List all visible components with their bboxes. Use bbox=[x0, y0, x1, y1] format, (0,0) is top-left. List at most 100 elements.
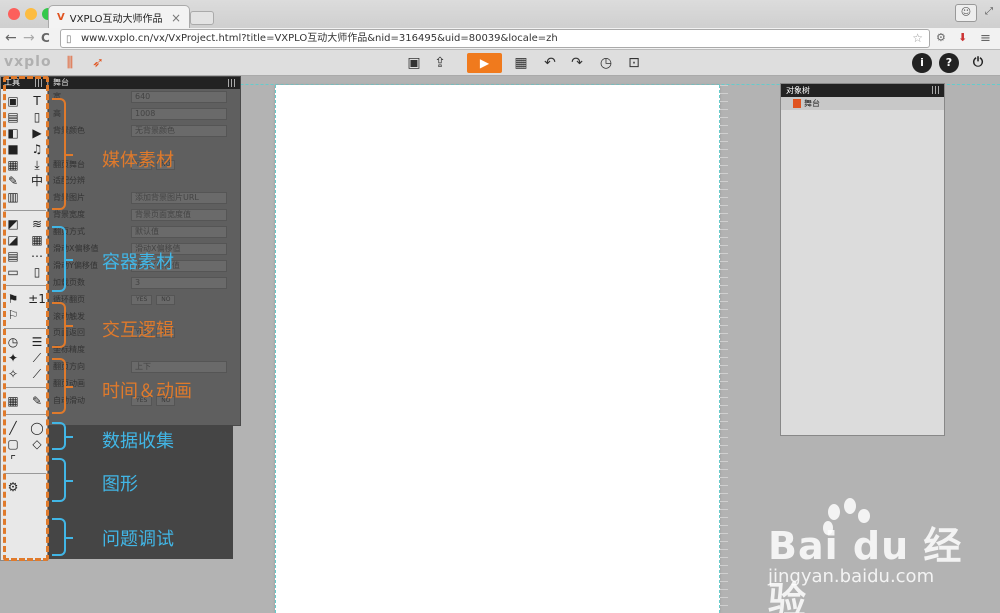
stage-property-field[interactable]: 1008 bbox=[131, 107, 227, 120]
frame-tool-icon[interactable]: ◪ bbox=[4, 232, 22, 248]
yes-option-button[interactable]: YES bbox=[131, 328, 153, 339]
timer-tool-icon[interactable]: ◷ bbox=[4, 334, 22, 350]
stage-canvas[interactable] bbox=[275, 85, 720, 613]
stage-property-field[interactable]: 无背景颜色 bbox=[131, 124, 227, 137]
new-tab-button[interactable] bbox=[190, 11, 214, 25]
yes-option-button[interactable]: YES bbox=[131, 294, 153, 305]
yes-option-button[interactable]: YES bbox=[131, 396, 153, 407]
play-preview-button[interactable]: ▶ bbox=[467, 53, 502, 73]
download-extension-icon[interactable]: ⬇ bbox=[958, 31, 967, 44]
stage-property-field[interactable]: 滑动X偏移值 bbox=[131, 243, 227, 256]
stage-panel-title: 舞台 bbox=[53, 78, 69, 87]
mobile-tool-icon[interactable]: ▯ bbox=[28, 264, 46, 280]
edit-form-tool-icon[interactable]: ✎ bbox=[28, 393, 46, 409]
info-icon[interactable]: i bbox=[912, 53, 932, 73]
chinese-text-tool-icon[interactable]: 中 bbox=[28, 173, 46, 189]
music-tool-icon[interactable]: ♫ bbox=[28, 141, 46, 157]
rocket-icon[interactable]: ➶ bbox=[88, 53, 108, 73]
no-option-button[interactable]: NO bbox=[156, 328, 176, 339]
power-icon[interactable]: ⏻ bbox=[968, 53, 988, 73]
document-tool-icon[interactable]: ▯ bbox=[28, 109, 46, 125]
back-arrow-icon[interactable]: ← bbox=[5, 30, 17, 46]
scroll-container-tool-icon[interactable]: ▤ bbox=[4, 248, 22, 264]
page-tool-icon[interactable]: ◩ bbox=[4, 216, 22, 232]
sequence-image-tool-icon[interactable]: ▤ bbox=[4, 109, 22, 125]
stage-property-field[interactable]: 640 bbox=[131, 91, 227, 103]
divider-tool-icon[interactable]: ⋯ bbox=[28, 248, 46, 264]
corner-tool-icon[interactable]: ⌜ bbox=[4, 452, 22, 468]
image-gallery-tool-icon[interactable]: ◧ bbox=[4, 125, 22, 141]
minimize-window-icon[interactable] bbox=[25, 8, 37, 20]
stage-property-field[interactable]: 添加背景图片URL bbox=[131, 192, 227, 205]
redo-icon[interactable]: ↷ bbox=[567, 53, 587, 73]
bookmark-star-icon[interactable]: ☆ bbox=[912, 30, 923, 47]
object-tree-item[interactable]: 舞台 bbox=[781, 97, 944, 110]
ellipse-tool-icon[interactable]: ◯ bbox=[28, 420, 46, 436]
qr-code-icon[interactable]: ▦ bbox=[511, 53, 531, 73]
qr-tool-icon[interactable]: ▦ bbox=[4, 157, 22, 173]
counter-tool-icon[interactable]: ±1 bbox=[28, 291, 46, 307]
no-option-button[interactable]: NO bbox=[156, 159, 176, 170]
no-option-button[interactable]: NO bbox=[156, 294, 176, 305]
undo-icon[interactable]: ↶ bbox=[540, 53, 560, 73]
stage-property-field[interactable]: 默认值 bbox=[131, 226, 227, 239]
brush-tool-icon[interactable]: ✎ bbox=[4, 173, 22, 189]
stage-property-label: 循环翻页 bbox=[53, 294, 85, 304]
text-tool-icon[interactable]: T bbox=[28, 93, 46, 109]
download-tool-icon[interactable]: ⤓ bbox=[28, 157, 46, 173]
history-icon[interactable]: ◷ bbox=[596, 53, 616, 73]
stage-property-field[interactable]: 滑动Y偏移值 bbox=[131, 259, 227, 272]
ruler-marks bbox=[720, 85, 728, 613]
pin-tool-icon[interactable]: ⟋ bbox=[28, 366, 46, 382]
grid-container-tool-icon[interactable]: ▦ bbox=[28, 232, 46, 248]
empty-slot bbox=[28, 307, 46, 323]
screenshot-icon[interactable]: ⊡ bbox=[624, 53, 644, 73]
form-table-tool-icon[interactable]: ▦ bbox=[4, 393, 22, 409]
table-tool-icon[interactable]: ▥ bbox=[4, 189, 22, 205]
close-window-icon[interactable] bbox=[8, 8, 20, 20]
rectangle-tool-icon[interactable]: ▢ bbox=[4, 436, 22, 452]
camera-tool-icon[interactable]: ■ bbox=[4, 141, 22, 157]
layers-tool-icon[interactable]: ≋ bbox=[28, 216, 46, 232]
tween-tool-icon[interactable]: ✧ bbox=[4, 366, 22, 382]
video-play-tool-icon[interactable]: ▶ bbox=[28, 125, 46, 141]
forward-arrow-icon[interactable]: → bbox=[23, 30, 35, 46]
diamond-tool-icon[interactable]: ◇ bbox=[28, 436, 46, 452]
debug-tool-icon[interactable]: ⚙ bbox=[4, 479, 22, 495]
library-icon[interactable]: ⫼ bbox=[60, 53, 80, 73]
tool-divider bbox=[4, 328, 46, 329]
extension-icon[interactable]: ⚙ bbox=[936, 31, 946, 44]
object-tree-grip-icon[interactable] bbox=[932, 86, 940, 94]
url-input[interactable]: ▯ www.vxplo.cn/vx/VxProject.html?title=V… bbox=[60, 29, 930, 48]
panel-grip-icon[interactable] bbox=[228, 79, 236, 87]
stage-property-field[interactable]: 上下 bbox=[131, 361, 227, 374]
reload-icon[interactable]: C bbox=[41, 30, 50, 46]
tool-grip-icon[interactable] bbox=[35, 79, 43, 87]
user-profile-icon[interactable]: ☺ bbox=[955, 4, 977, 22]
flag-tool-icon[interactable]: ⚑ bbox=[4, 291, 22, 307]
empty-slot bbox=[28, 189, 46, 205]
stage-property-row: 加载页数 3 bbox=[49, 275, 240, 292]
browser-tab[interactable]: V VXPLO互动大师作品 × bbox=[48, 5, 190, 29]
animation-tool-icon[interactable]: ✦ bbox=[4, 350, 22, 366]
path-tool-icon[interactable]: ⟋ bbox=[28, 350, 46, 366]
fullscreen-icon[interactable]: ⤢ bbox=[978, 4, 1000, 22]
close-tab-icon[interactable]: × bbox=[171, 11, 181, 25]
export-icon[interactable]: ⇪ bbox=[430, 53, 450, 73]
help-icon[interactable]: ? bbox=[939, 53, 959, 73]
screen-tool-icon[interactable]: ▭ bbox=[4, 264, 22, 280]
no-option-button[interactable]: NO bbox=[156, 396, 176, 407]
save-icon[interactable]: ▣ bbox=[404, 53, 424, 73]
page-icon bbox=[793, 99, 801, 108]
line-tool-icon[interactable]: ╱ bbox=[4, 420, 22, 436]
timeline-tool-icon[interactable]: ☰ bbox=[28, 334, 46, 350]
stage-property-field[interactable]: 3 bbox=[131, 276, 227, 289]
app-window: V VXPLO互动大师作品 × ☺ ⤢ ← → C ▯ www.vxplo.cn… bbox=[0, 0, 1000, 613]
logic-flag-tool-icon[interactable]: ⚐ bbox=[4, 307, 22, 323]
stage-property-field[interactable]: 背景页面宽度值 bbox=[131, 209, 227, 222]
image-tool-icon[interactable]: ▣ bbox=[4, 93, 22, 109]
stage-property-list: 宽 640 高 1008 背景颜色 无背景颜色 翻页舞台 YES NO 适配分辨 背景图片 添加背景图… bbox=[49, 89, 240, 410]
browser-menu-icon[interactable]: ≡ bbox=[980, 31, 991, 46]
stage-property-panel: 舞台 宽 640 高 1008 背景颜色 无背景颜色 翻页舞台 YES NO 适配分辨 背景图片 添加… bbox=[48, 76, 241, 426]
yes-option-button[interactable]: YES bbox=[131, 159, 153, 170]
